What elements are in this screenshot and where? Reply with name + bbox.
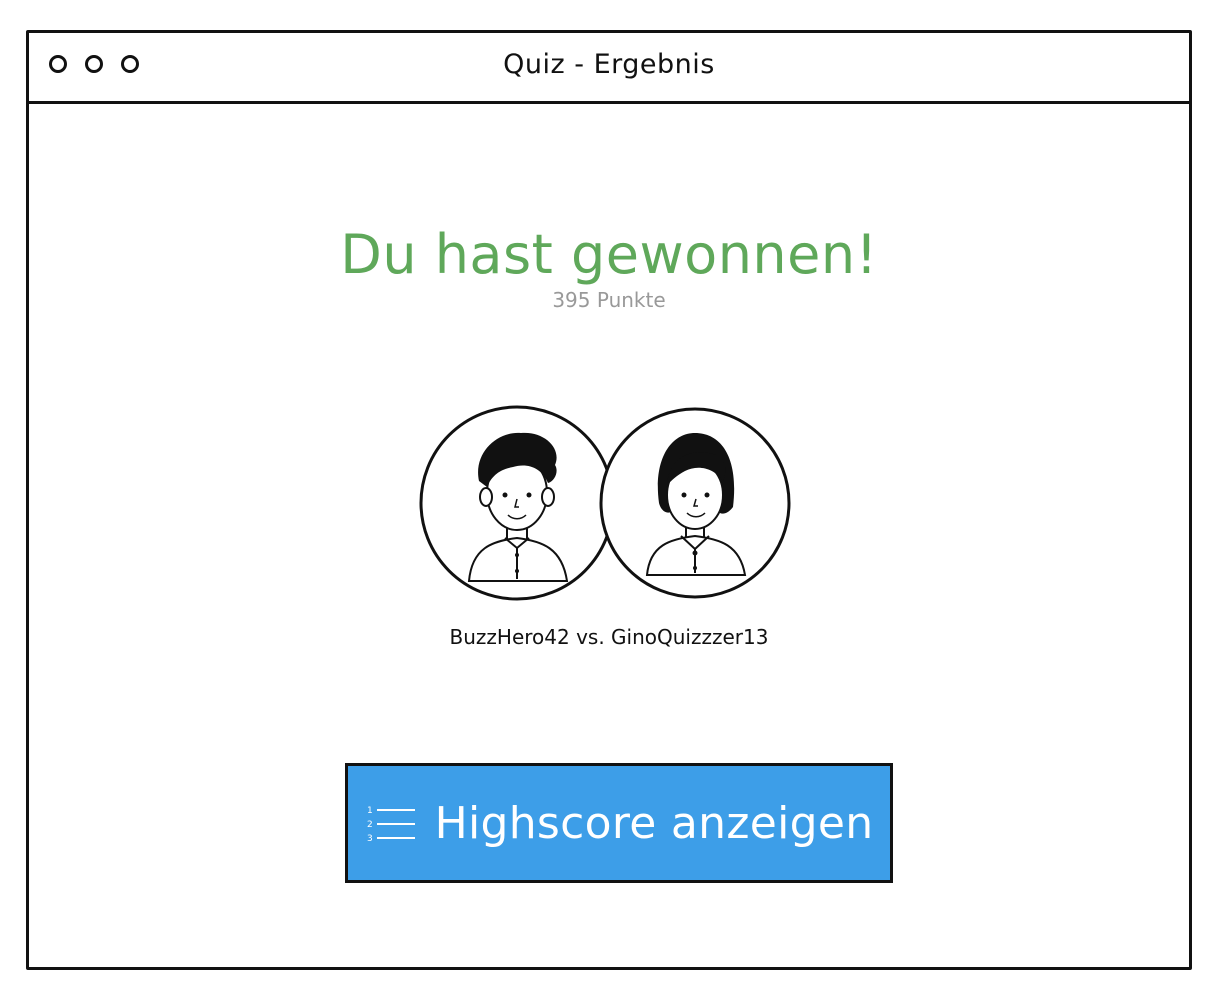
players-avatars <box>417 403 797 613</box>
show-highscore-label: Highscore anzeigen <box>434 797 874 849</box>
female-avatar-icon <box>599 407 791 599</box>
result-headline: Du hast gewonnen! <box>340 223 878 286</box>
show-highscore-button[interactable]: 1 2 3 Highscore anzeigen <box>345 763 893 883</box>
list-number-1: 1 <box>367 806 373 816</box>
numbered-list-icon: 1 2 3 <box>367 806 415 843</box>
player-1-avatar <box>417 403 617 603</box>
list-number-3: 3 <box>367 834 373 843</box>
score-points: 395 Punkte <box>552 288 666 312</box>
list-number-2: 2 <box>367 820 373 830</box>
window-titlebar: Quiz - Ergebnis <box>29 33 1189 104</box>
player-matchup: BuzzHero42 vs. GinoQuizzzer13 <box>449 625 769 649</box>
window-title: Quiz - Ergebnis <box>503 49 715 80</box>
male-avatar-icon <box>419 405 615 601</box>
browser-window: Quiz - Ergebnis Du hast gewonnen! 395 Pu… <box>26 30 1192 970</box>
player-2-avatar <box>595 403 795 603</box>
